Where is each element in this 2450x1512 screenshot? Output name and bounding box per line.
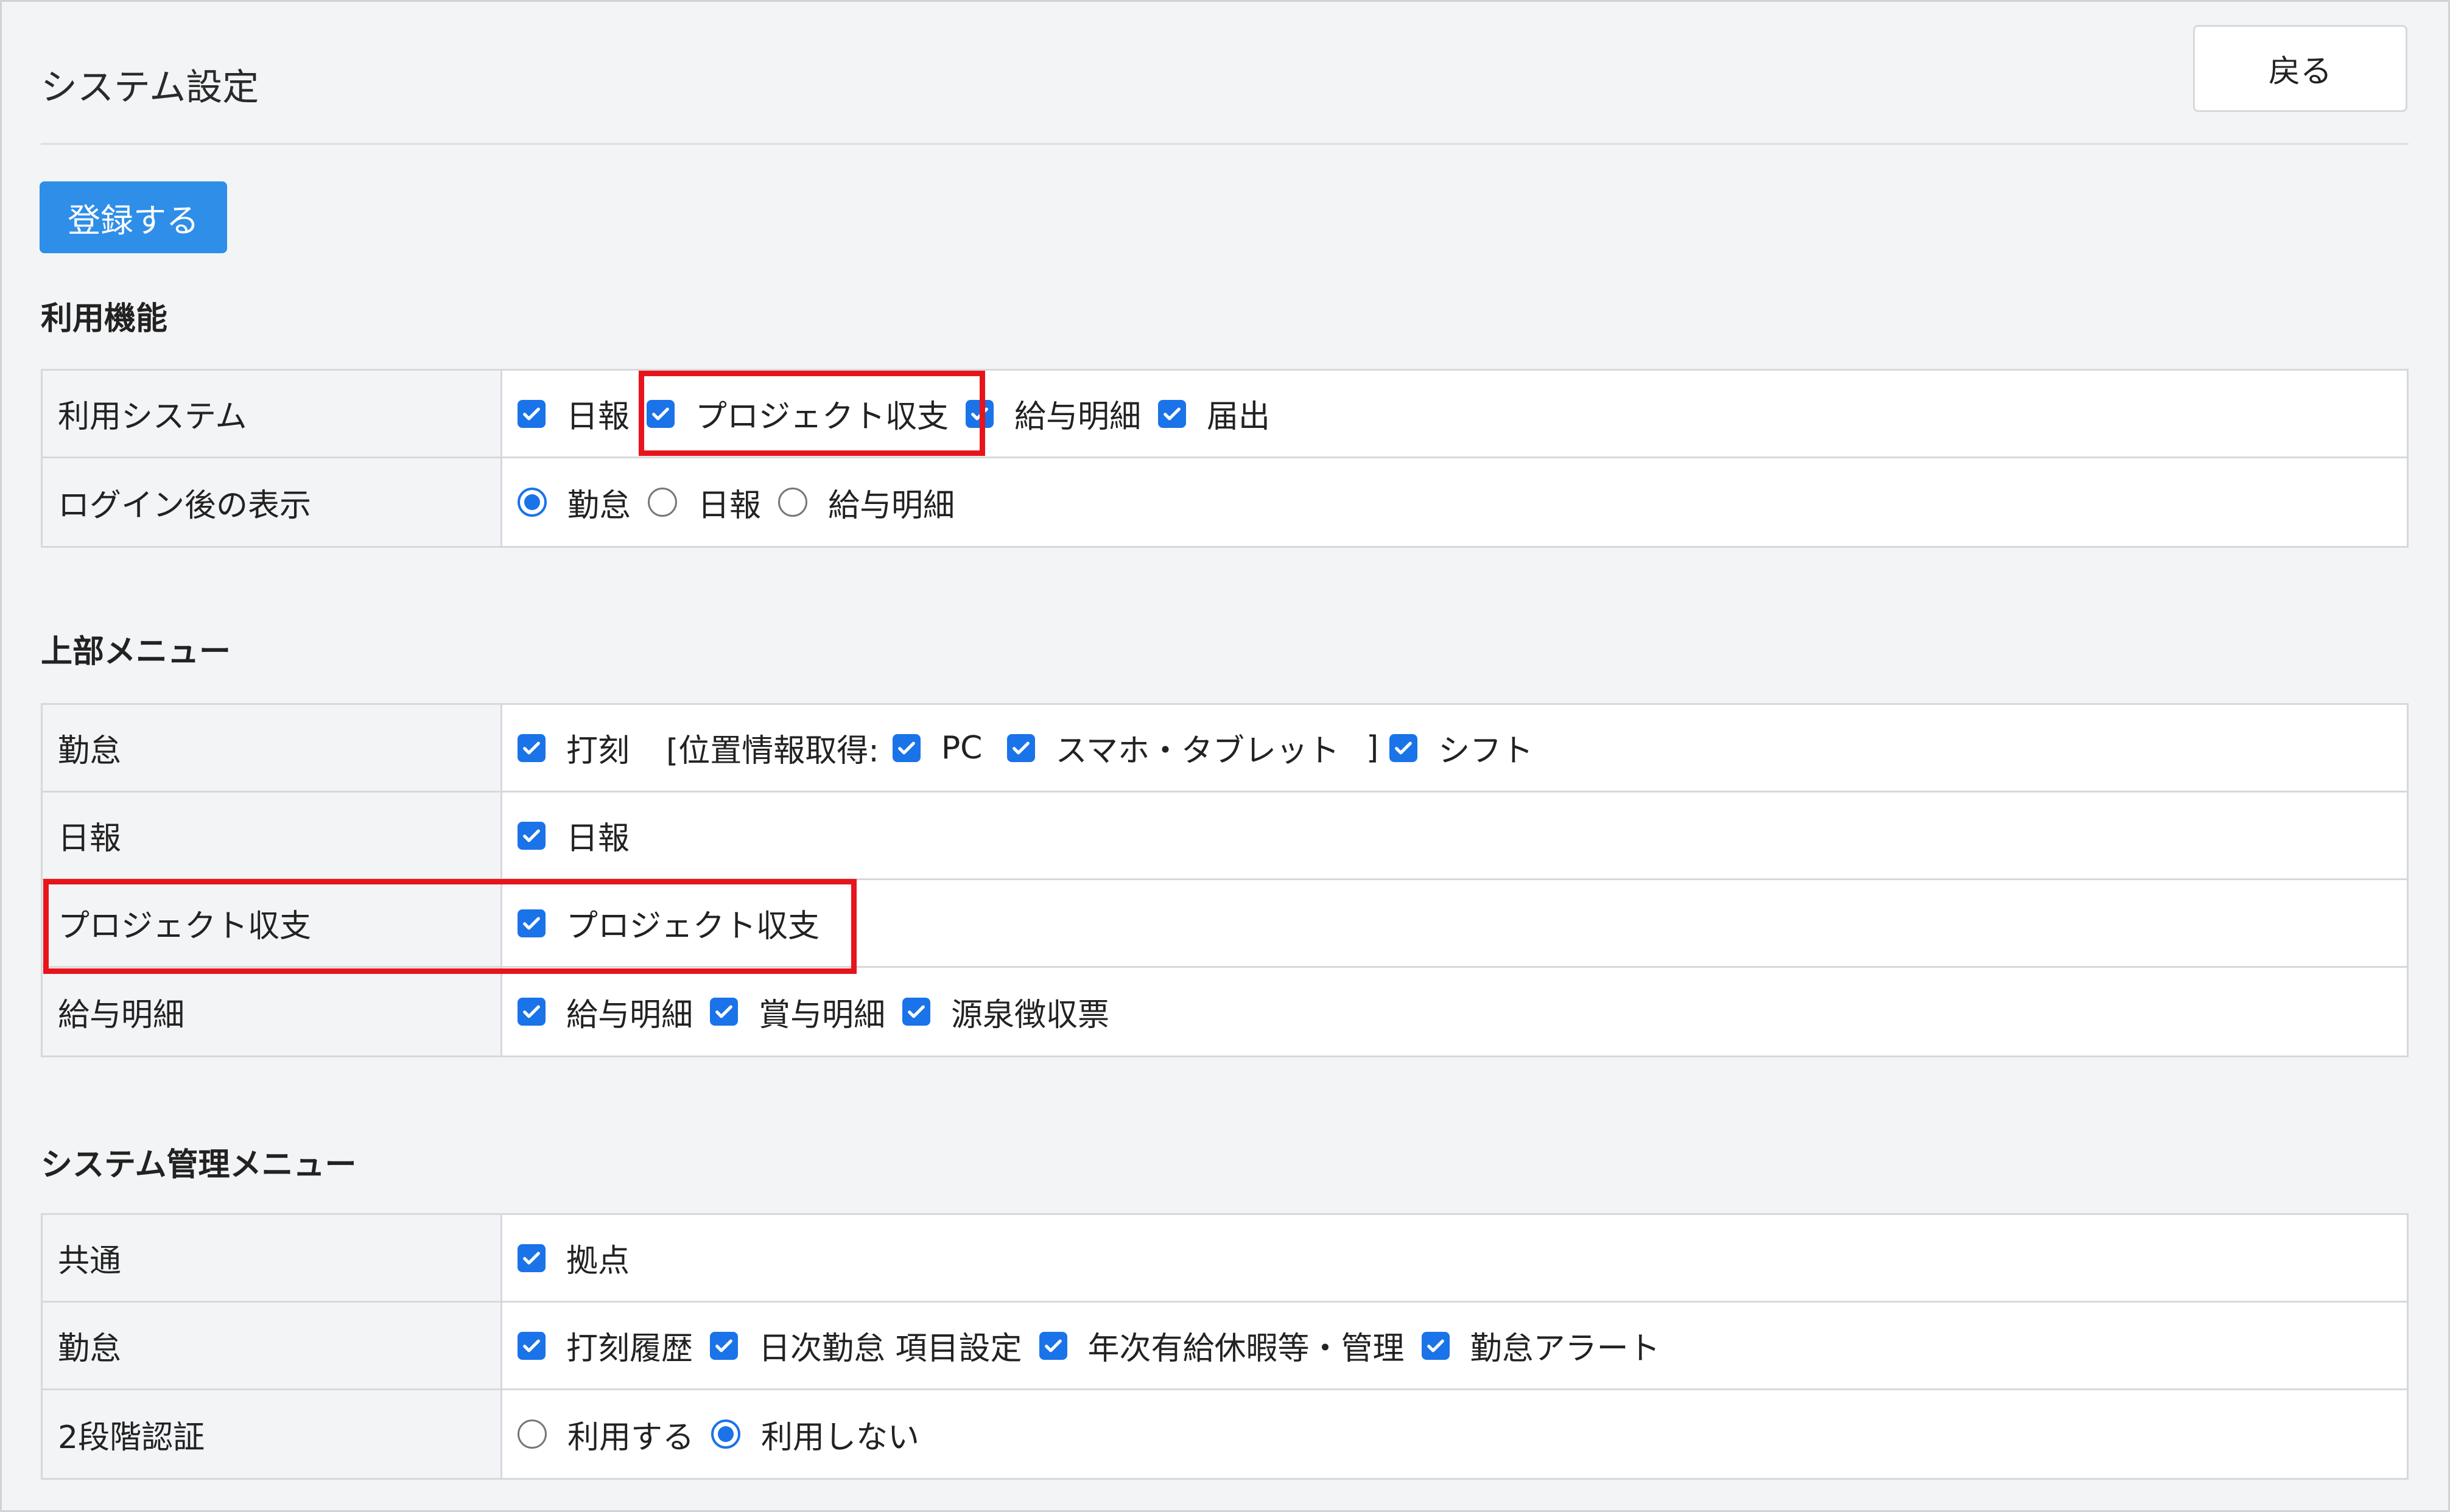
checkbox-checked-icon[interactable] xyxy=(518,1244,546,1272)
checkbox-label: 給与明細 xyxy=(566,996,693,1034)
checkbox-top-daily-report[interactable]: 日報 xyxy=(518,813,630,858)
row-label: 日報 xyxy=(43,793,502,878)
checkbox-label: 打刻履歴 xyxy=(566,1331,693,1367)
radio-after-login-attendance[interactable]: 勤怠 xyxy=(518,480,631,525)
checkbox-top-geo-pc[interactable]: PC xyxy=(892,729,983,766)
radio-selected-icon[interactable] xyxy=(518,488,547,517)
table-row: ログイン後の表示 勤怠 日報 給与明細 xyxy=(43,458,2407,546)
table-row: 勤怠 打刻履歴 日次勤怠 項目設定 年次有給休暇等・管理 勤怠アラート xyxy=(43,1303,2407,1390)
table-row: 日報 日報 xyxy=(43,793,2407,880)
checkbox-label: 年次有給休暇等・管理 xyxy=(1087,1331,1405,1367)
radio-label: 利用する xyxy=(567,1419,695,1456)
radio-after-login-daily-report[interactable]: 日報 xyxy=(648,480,761,525)
radio-after-login-payslip[interactable]: 給与明細 xyxy=(778,480,955,525)
row-label: 勤怠 xyxy=(43,705,502,791)
row-value: 打刻 [位置情報取得: PC スマホ・タブレット ] シフト xyxy=(502,705,2407,791)
checkbox-top-bonus[interactable]: 賞与明細 xyxy=(710,989,885,1035)
section-heading-features: 利用機能 xyxy=(41,301,168,337)
checkbox-label: 拠点 xyxy=(566,1243,630,1279)
table-row: 給与明細 給与明細 賞与明細 源泉徴収票 xyxy=(43,968,2407,1055)
checkbox-top-stamp[interactable]: 打刻 xyxy=(518,725,630,771)
checkbox-checked-icon[interactable] xyxy=(710,998,739,1026)
checkbox-label: 勤怠アラート xyxy=(1470,1331,1660,1367)
register-button[interactable]: 登録する xyxy=(40,181,227,253)
checkbox-checked-icon[interactable] xyxy=(518,998,546,1026)
checkbox-checked-icon[interactable] xyxy=(518,1331,546,1360)
radio-unselected-icon[interactable] xyxy=(518,1419,547,1449)
checkbox-admin-paid-leave[interactable]: 年次有給休暇等・管理 xyxy=(1039,1323,1405,1368)
row-label: 給与明細 xyxy=(43,968,502,1055)
row-label: 2段階認証 xyxy=(43,1390,502,1478)
checkbox-admin-alert[interactable]: 勤怠アラート xyxy=(1421,1323,1660,1368)
table-row: 2段階認証 利用する 利用しない xyxy=(43,1390,2407,1478)
checkbox-system-daily-report[interactable]: 日報 xyxy=(518,391,630,436)
checkbox-system-notification[interactable]: 届出 xyxy=(1158,391,1270,436)
table-row: 利用システム 日報 プロジェクト収支 給与明細 届出 xyxy=(43,371,2407,458)
checkbox-label: 給与明細 xyxy=(1014,399,1142,435)
page-title: システム設定 xyxy=(41,66,259,109)
features-table: 利用システム 日報 プロジェクト収支 給与明細 届出 ログイン後の表示 勤怠 日… xyxy=(41,369,2409,548)
checkbox-label: PC xyxy=(941,729,983,766)
checkbox-checked-icon[interactable] xyxy=(1389,733,1418,762)
radio-label: 勤怠 xyxy=(567,487,631,524)
radio-unselected-icon[interactable] xyxy=(778,488,808,517)
checkbox-admin-daily-items[interactable]: 日次勤怠 項目設定 xyxy=(710,1323,1022,1368)
radio-label: 日報 xyxy=(698,487,762,524)
checkbox-system-payslip[interactable]: 給与明細 xyxy=(966,391,1141,436)
table-row: 共通 拠点 xyxy=(43,1215,2407,1303)
highlight-box-top-menu-project xyxy=(43,879,857,974)
checkbox-checked-icon[interactable] xyxy=(1421,1331,1450,1360)
checkbox-checked-icon[interactable] xyxy=(518,821,546,850)
checkbox-top-withholding[interactable]: 源泉徴収票 xyxy=(902,989,1109,1035)
row-value: 勤怠 日報 給与明細 xyxy=(502,458,2407,546)
checkbox-label: シフト xyxy=(1438,733,1534,769)
geo-bracket-close: ] xyxy=(1366,729,1379,766)
row-value: 日報 xyxy=(502,793,2407,878)
geo-bracket-open: [位置情報取得: xyxy=(666,733,879,769)
checkbox-checked-icon[interactable] xyxy=(518,733,546,762)
row-value: 利用する 利用しない xyxy=(502,1390,2407,1478)
radio-label: 利用しない xyxy=(761,1419,920,1456)
radio-selected-icon[interactable] xyxy=(711,1419,741,1449)
highlight-box-system-project xyxy=(639,371,985,456)
checkbox-label: 日報 xyxy=(566,821,630,857)
table-row: 勤怠 打刻 [位置情報取得: PC スマホ・タブレット ] シフト xyxy=(43,705,2407,793)
admin-menu-table: 共通 拠点 勤怠 打刻履歴 日次勤怠 項目設定 年次有給休暇等・管理 勤怠アラー… xyxy=(41,1213,2409,1480)
radio-label: 給与明細 xyxy=(828,487,955,524)
section-heading-admin-menu: システム管理メニュー xyxy=(41,1147,357,1183)
checkbox-checked-icon[interactable] xyxy=(1158,399,1187,428)
checkbox-checked-icon[interactable] xyxy=(902,998,931,1026)
radio-unselected-icon[interactable] xyxy=(648,488,678,517)
back-button[interactable]: 戻る xyxy=(2193,25,2407,112)
row-label: 勤怠 xyxy=(43,1303,502,1388)
checkbox-top-payslip[interactable]: 給与明細 xyxy=(518,989,693,1035)
checkbox-label: 日報 xyxy=(566,399,630,435)
checkbox-admin-stamp-history[interactable]: 打刻履歴 xyxy=(518,1323,693,1368)
checkbox-top-shift[interactable]: シフト xyxy=(1389,725,1533,771)
section-heading-top-menu: 上部メニュー xyxy=(41,634,231,670)
checkbox-label: 日次勤怠 項目設定 xyxy=(759,1331,1022,1367)
row-value: 打刻履歴 日次勤怠 項目設定 年次有給休暇等・管理 勤怠アラート xyxy=(502,1303,2407,1388)
header-divider xyxy=(41,143,2409,145)
checkbox-label: 賞与明細 xyxy=(759,996,886,1034)
row-value: 拠点 xyxy=(502,1215,2407,1301)
checkbox-admin-base[interactable]: 拠点 xyxy=(518,1235,630,1281)
radio-two-factor-not-use[interactable]: 利用しない xyxy=(711,1412,919,1457)
checkbox-checked-icon[interactable] xyxy=(518,399,546,428)
checkbox-label: スマホ・タブレット xyxy=(1055,733,1339,769)
radio-two-factor-use[interactable]: 利用する xyxy=(518,1412,694,1457)
checkbox-label: 打刻 xyxy=(566,733,630,769)
row-value: 給与明細 賞与明細 源泉徴収票 xyxy=(502,968,2407,1055)
checkbox-checked-icon[interactable] xyxy=(1006,733,1035,762)
checkbox-checked-icon[interactable] xyxy=(892,733,921,762)
row-label: 利用システム xyxy=(43,371,502,457)
row-label: 共通 xyxy=(43,1215,502,1301)
checkbox-checked-icon[interactable] xyxy=(710,1331,739,1360)
settings-frame: システム設定 戻る 登録する 利用機能 利用システム 日報 プロジェクト収支 給… xyxy=(0,0,2450,1512)
row-label: ログイン後の表示 xyxy=(43,458,502,546)
checkbox-top-geo-smartphone[interactable]: スマホ・タブレット xyxy=(1006,725,1339,771)
checkbox-label: 届出 xyxy=(1207,399,1271,435)
checkbox-label: 源泉徴収票 xyxy=(951,996,1110,1034)
checkbox-checked-icon[interactable] xyxy=(1039,1331,1067,1360)
